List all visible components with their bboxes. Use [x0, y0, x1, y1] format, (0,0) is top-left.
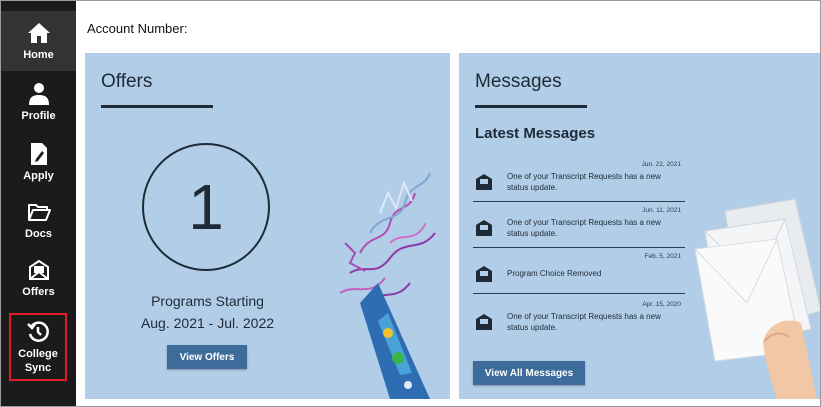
- message-item[interactable]: Apr. 15, 2020 One of your Transcript Req…: [473, 297, 685, 341]
- message-envelope-icon: [476, 266, 492, 282]
- title-underline: [101, 105, 213, 108]
- sidebar-item-label: Home: [23, 49, 54, 61]
- message-date: Jun. 22, 2021: [641, 161, 681, 168]
- latest-messages-heading: Latest Messages: [475, 125, 596, 142]
- message-text: One of your Transcript Requests has a ne…: [507, 312, 661, 332]
- sidebar-item-college-sync[interactable]: College Sync: [9, 313, 67, 381]
- sidebar-item-offers[interactable]: Offers: [1, 257, 76, 299]
- message-date: Jun. 11, 2021: [642, 207, 681, 214]
- message-text: One of your Transcript Requests has a ne…: [507, 218, 661, 238]
- message-item[interactable]: Jun. 22, 2021 One of your Transcript Req…: [473, 157, 685, 202]
- sidebar-item-profile[interactable]: Profile: [1, 81, 76, 123]
- offers-envelope-icon: [25, 257, 53, 283]
- message-date: Apr. 15, 2020: [642, 301, 681, 308]
- envelopes-image: [694, 198, 820, 399]
- sidebar-item-label: Apply: [23, 170, 54, 182]
- account-number-label: Account Number:: [87, 21, 188, 36]
- sidebar: Home Profile Apply Docs Offers College S…: [1, 1, 76, 406]
- folder-icon: [25, 199, 53, 225]
- title-underline: [475, 105, 587, 108]
- message-date: Feb. 5, 2021: [644, 253, 682, 260]
- document-edit-icon: [25, 141, 53, 167]
- sidebar-item-label: College Sync: [18, 348, 58, 374]
- view-offers-button[interactable]: View Offers: [167, 345, 247, 369]
- sidebar-item-docs[interactable]: Docs: [1, 199, 76, 241]
- offers-count: 1: [142, 143, 270, 271]
- offers-title: Offers: [101, 71, 153, 92]
- sidebar-item-label: Profile: [21, 110, 56, 122]
- sidebar-item-label: Docs: [25, 228, 52, 240]
- view-all-messages-button[interactable]: View All Messages: [473, 361, 585, 385]
- offers-panel: Offers 1 Programs Starting Aug. 2021 - J…: [85, 53, 450, 399]
- sidebar-item-apply[interactable]: Apply: [1, 141, 76, 183]
- user-icon: [25, 81, 53, 107]
- home-icon: [25, 20, 53, 46]
- message-text: One of your Transcript Requests has a ne…: [507, 172, 661, 192]
- messages-title: Messages: [475, 71, 562, 92]
- message-envelope-icon: [476, 174, 492, 190]
- message-item[interactable]: Feb. 5, 2021 Program Choice Removed: [473, 249, 685, 294]
- sidebar-item-home[interactable]: Home: [1, 11, 76, 71]
- history-sync-icon: [24, 319, 52, 345]
- programs-date-range: Aug. 2021 - Jul. 2022: [140, 315, 275, 331]
- sidebar-item-label: Offers: [22, 286, 55, 298]
- messages-panel: Messages Latest Messages Jun. 22, 2021 O…: [459, 53, 820, 399]
- message-envelope-icon: [476, 314, 492, 330]
- app-frame: Home Profile Apply Docs Offers College S…: [0, 0, 821, 407]
- message-item[interactable]: Jun. 11, 2021 One of your Transcript Req…: [473, 203, 685, 248]
- message-envelope-icon: [476, 220, 492, 236]
- programs-label: Programs Starting: [151, 293, 264, 309]
- party-horn-image: [339, 172, 436, 399]
- message-text: Program Choice Removed: [507, 269, 602, 278]
